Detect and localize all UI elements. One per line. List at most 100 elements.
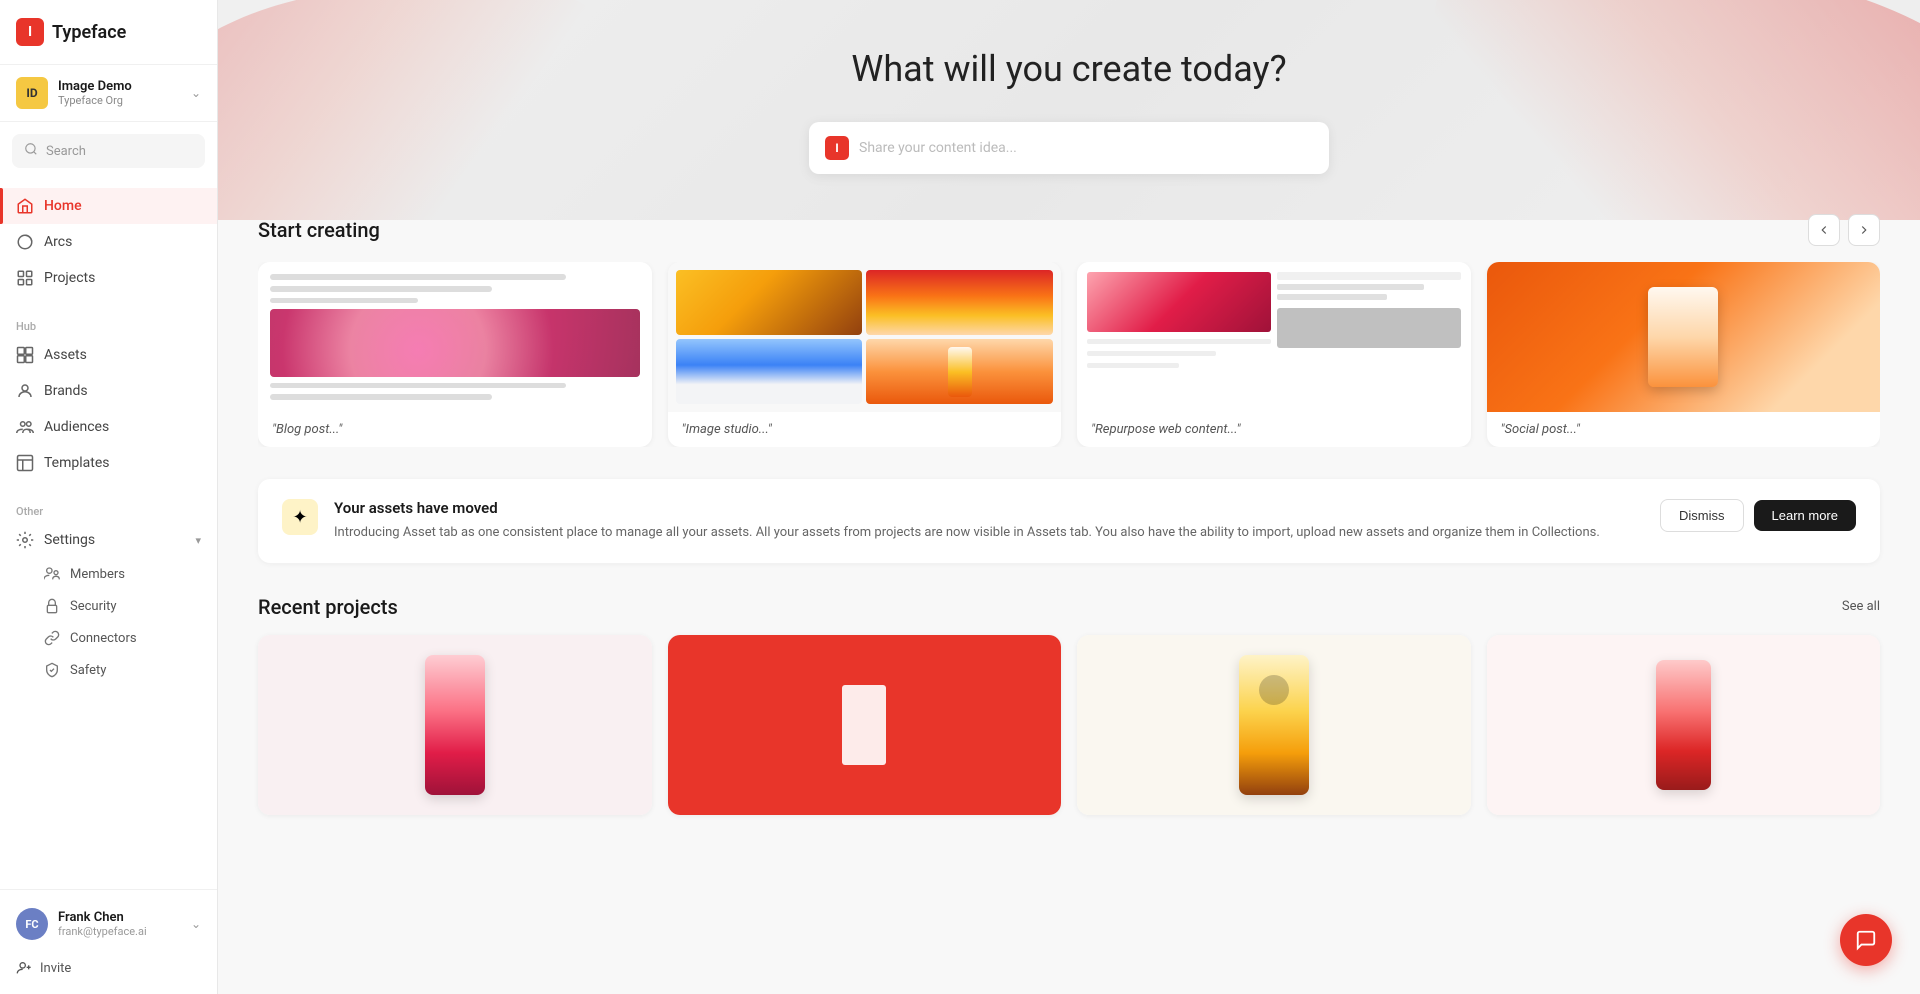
sidebar-item-settings[interactable]: Settings ▾: [0, 522, 217, 558]
notice-content: Your assets have moved Introducing Asset…: [334, 499, 1644, 543]
other-section: Other Settings ▾ Members: [0, 489, 217, 694]
user-profile[interactable]: FC Frank Chen frank@typeface.ai ⌄: [0, 898, 217, 950]
home-icon: [16, 197, 34, 215]
template-label-social: "Social post...": [1487, 412, 1881, 447]
org-chevron-icon: ⌄: [191, 86, 201, 100]
connectors-label: Connectors: [70, 631, 137, 646]
chat-fab[interactable]: [1840, 914, 1892, 966]
app-logo[interactable]: I Typeface: [0, 0, 217, 65]
user-name: Frank Chen: [58, 910, 181, 925]
invite-button[interactable]: Invite: [0, 950, 217, 986]
template-img-studio: [668, 262, 1062, 412]
chat-icon: [1855, 929, 1877, 951]
invite-icon: [16, 960, 32, 976]
org-name: Image Demo: [58, 79, 181, 94]
sidebar-item-brands[interactable]: Brands: [0, 373, 217, 409]
project-img-1: [258, 635, 652, 815]
sidebar: I Typeface ID Image Demo Typeface Org ⌄ …: [0, 0, 218, 994]
template-card-repurpose[interactable]: "Repurpose web content...": [1077, 262, 1471, 447]
connectors-icon: [44, 630, 60, 646]
notice-actions: Dismiss Learn more: [1660, 499, 1856, 532]
template-card-social[interactable]: "Social post...": [1487, 262, 1881, 447]
sidebar-label-assets: Assets: [44, 347, 87, 363]
project-card-1[interactable]: [258, 635, 652, 815]
sidebar-item-connectors[interactable]: Connectors: [0, 622, 217, 654]
user-chevron-icon: ⌄: [191, 917, 201, 931]
content-input-wrapper: I Share your content idea...: [258, 122, 1880, 174]
search-label: Search: [46, 144, 86, 159]
members-label: Members: [70, 567, 125, 582]
content-input-box[interactable]: I Share your content idea...: [809, 122, 1329, 174]
start-creating-title: Start creating: [258, 218, 380, 242]
page-title: What will you create today?: [258, 0, 1880, 90]
template-label-blog: "Blog post...": [258, 412, 652, 447]
projects-icon: [16, 269, 34, 287]
project-img-4: [1487, 635, 1881, 815]
content-input-logo: I: [825, 136, 849, 160]
user-avatar: FC: [16, 908, 48, 940]
project-card-3[interactable]: [1077, 635, 1471, 815]
dismiss-button[interactable]: Dismiss: [1660, 499, 1744, 532]
sidebar-label-projects: Projects: [44, 270, 95, 286]
template-img-blog: [258, 262, 652, 412]
project-img-3: [1077, 635, 1471, 815]
start-creating-header: Start creating: [258, 214, 1880, 246]
sidebar-label-home: Home: [44, 198, 82, 214]
project-cards: [258, 635, 1880, 815]
project-card-2[interactable]: [668, 635, 1062, 815]
template-card-blog[interactable]: "Blog post...": [258, 262, 652, 447]
audiences-icon: [16, 418, 34, 436]
content-input-placeholder: Share your content idea...: [859, 140, 1313, 156]
main-content: What will you create today? I Share your…: [218, 0, 1920, 855]
see-all-button[interactable]: See all: [1842, 599, 1880, 614]
org-selector[interactable]: ID Image Demo Typeface Org ⌄: [0, 65, 217, 122]
search-box[interactable]: Search: [12, 134, 205, 168]
main-area: What will you create today? I Share your…: [218, 0, 1920, 994]
project-img-2: [668, 635, 1062, 815]
brands-icon: [16, 382, 34, 400]
project-card-4[interactable]: [1487, 635, 1881, 815]
security-icon: [44, 598, 60, 614]
invite-label: Invite: [40, 961, 71, 976]
notice-banner: ✦ Your assets have moved Introducing Ass…: [258, 479, 1880, 563]
search-icon: [24, 142, 38, 160]
template-card-image-studio[interactable]: "Image studio...": [668, 262, 1062, 447]
sidebar-item-projects[interactable]: Projects: [0, 260, 217, 296]
settings-label: Settings: [44, 532, 95, 548]
template-cards: "Blog post..." "Image studio...": [258, 262, 1880, 447]
notice-icon: ✦: [282, 499, 318, 535]
other-label: Other: [0, 497, 217, 522]
carousel-next-button[interactable]: [1848, 214, 1880, 246]
app-name: Typeface: [52, 22, 126, 43]
learn-more-button[interactable]: Learn more: [1754, 500, 1856, 531]
sidebar-label-templates: Templates: [44, 455, 110, 471]
sidebar-item-safety[interactable]: Safety: [0, 654, 217, 686]
sidebar-bottom: FC Frank Chen frank@typeface.ai ⌄ Invite: [0, 889, 217, 994]
templates-icon: [16, 454, 34, 472]
sidebar-item-arcs[interactable]: Arcs: [0, 224, 217, 260]
sidebar-item-home[interactable]: Home: [0, 188, 217, 224]
arcs-icon: [16, 233, 34, 251]
recent-projects-title: Recent projects: [258, 595, 398, 619]
safety-icon: [44, 662, 60, 678]
settings-chevron-icon: ▾: [195, 534, 201, 547]
user-email: frank@typeface.ai: [58, 925, 181, 938]
template-label-repurpose: "Repurpose web content...": [1077, 412, 1471, 447]
sidebar-item-assets[interactable]: Assets: [0, 337, 217, 373]
members-icon: [44, 566, 60, 582]
sidebar-item-templates[interactable]: Templates: [0, 445, 217, 481]
main-nav: Home Arcs Projects: [0, 180, 217, 304]
sidebar-label-arcs: Arcs: [44, 234, 72, 250]
carousel-prev-button[interactable]: [1808, 214, 1840, 246]
sidebar-item-members[interactable]: Members: [0, 558, 217, 590]
org-info: Image Demo Typeface Org: [58, 79, 181, 107]
sidebar-item-audiences[interactable]: Audiences: [0, 409, 217, 445]
hub-label: Hub: [0, 312, 217, 337]
sidebar-label-brands: Brands: [44, 383, 88, 399]
hub-section: Hub Assets Brands: [0, 304, 217, 489]
assets-icon: [16, 346, 34, 364]
sidebar-item-security[interactable]: Security: [0, 590, 217, 622]
user-info: Frank Chen frank@typeface.ai: [58, 910, 181, 938]
recent-projects-header: Recent projects See all: [258, 595, 1880, 619]
settings-icon: [16, 531, 34, 549]
